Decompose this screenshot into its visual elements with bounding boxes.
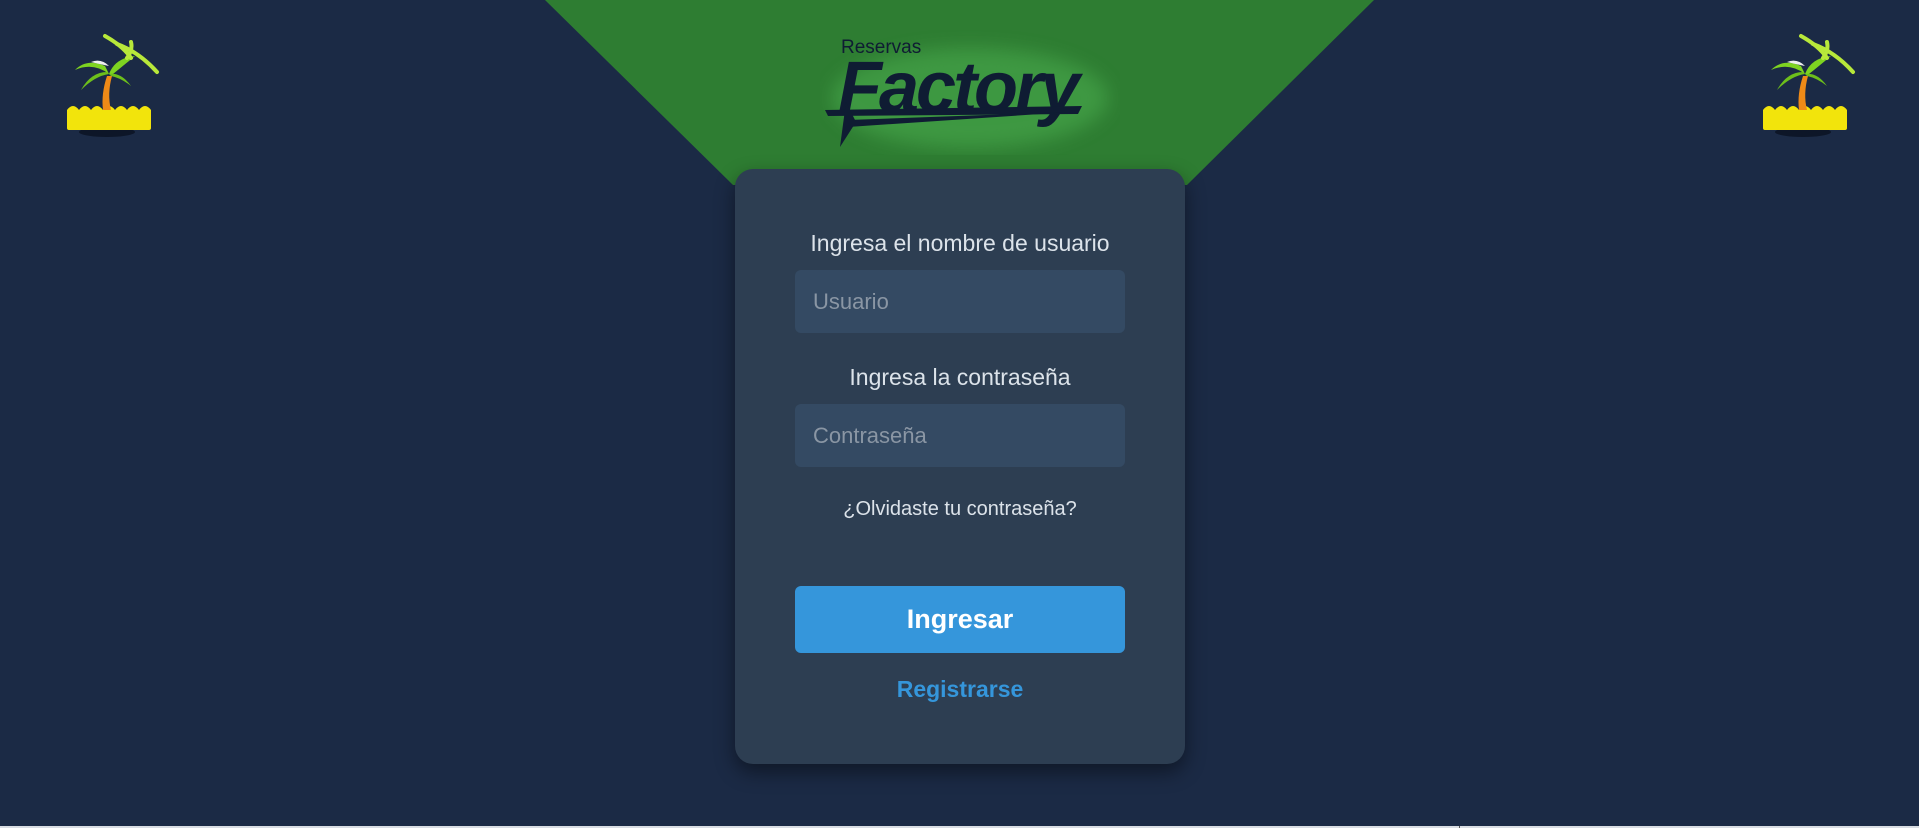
palm-island-icon: [67, 34, 159, 137]
forgot-password-link[interactable]: ¿Olvidaste tu contraseña?: [735, 498, 1185, 521]
password-input[interactable]: [795, 404, 1125, 467]
password-label: Ingresa la contraseña: [849, 364, 1071, 390]
login-page: Reservas Factory Ingresa el nombre de us…: [0, 0, 1919, 826]
username-label: Ingresa el nombre de usuario: [810, 230, 1110, 256]
login-button[interactable]: Ingresar: [795, 586, 1125, 653]
palm-island-icon: [1763, 34, 1855, 137]
brand-logo: Reservas Factory: [825, 37, 1108, 148]
username-input[interactable]: [795, 270, 1125, 333]
login-card: Ingresa el nombre de usuario Ingresa la …: [735, 169, 1185, 764]
register-link[interactable]: Registrarse: [735, 676, 1185, 703]
